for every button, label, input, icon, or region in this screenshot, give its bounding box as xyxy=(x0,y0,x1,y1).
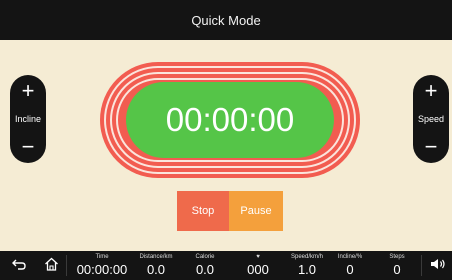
volume-icon[interactable] xyxy=(430,257,448,274)
metric-steps: Steps 0 xyxy=(380,254,414,277)
metric-value: 0.0 xyxy=(195,262,215,277)
incline-control: + Incline − xyxy=(10,75,46,163)
metric-value: 0.0 xyxy=(146,262,166,277)
metric-label: Distance/km xyxy=(139,254,173,260)
metric-value: 000 xyxy=(247,262,269,277)
title-bar: Quick Mode xyxy=(0,0,452,40)
metric-value: 0 xyxy=(393,262,401,277)
running-track-graphic: 00:00:00 xyxy=(100,62,360,178)
speed-plus-button[interactable]: + xyxy=(425,80,438,102)
stop-label: Stop xyxy=(191,205,215,217)
speed-minus-button[interactable]: − xyxy=(425,136,438,158)
metric-label: Steps xyxy=(389,254,405,260)
metric-label: Calorie xyxy=(195,254,215,260)
metric-incline: Incline/% 0 xyxy=(331,254,369,277)
pause-button[interactable]: Pause xyxy=(229,191,283,231)
heart-icon: ♥ xyxy=(256,254,260,260)
metric-value: 00:00:00 xyxy=(76,262,128,277)
metric-label: Time xyxy=(95,254,109,260)
incline-plus-button[interactable]: + xyxy=(22,80,35,102)
metric-distance: Distance/km 0.0 xyxy=(133,254,179,277)
speed-control: + Speed − xyxy=(413,75,449,163)
divider xyxy=(421,255,422,276)
metric-speed: Speed/km/h 1.0 xyxy=(284,254,330,277)
back-arrow-icon[interactable] xyxy=(12,257,26,274)
metric-value: 0 xyxy=(346,262,354,277)
pause-label: Pause xyxy=(240,205,272,217)
home-icon[interactable] xyxy=(44,257,59,274)
incline-label: Incline xyxy=(14,114,41,124)
timer-value: 00:00:00 xyxy=(165,101,295,138)
metric-value: 1.0 xyxy=(297,262,317,277)
status-bar: Time 00:00:00 Distance/km 0.0 Calorie 0.… xyxy=(0,251,452,280)
page-title: Quick Mode xyxy=(191,12,261,28)
timer-display: 00:00:00 xyxy=(126,82,334,158)
metric-label: Incline/% xyxy=(337,254,363,260)
divider xyxy=(66,255,67,276)
metric-calorie: Calorie 0.0 xyxy=(183,254,227,277)
incline-minus-button[interactable]: − xyxy=(22,136,35,158)
metric-label: Speed/km/h xyxy=(290,254,324,260)
metric-heart-rate: ♥ 000 xyxy=(240,254,276,277)
stop-button[interactable]: Stop xyxy=(177,191,229,231)
speed-label: Speed xyxy=(417,114,445,124)
metric-time: Time 00:00:00 xyxy=(73,254,131,277)
